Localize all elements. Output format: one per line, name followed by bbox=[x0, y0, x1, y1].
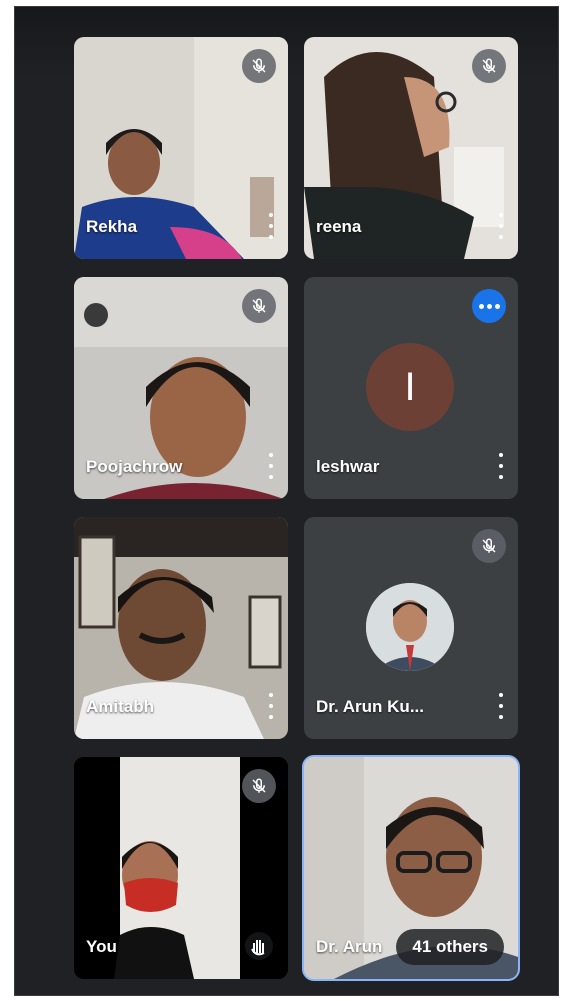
participant-name: Poojachrow bbox=[86, 457, 183, 476]
participant-tile-leshwar[interactable]: I leshwar bbox=[304, 277, 518, 499]
more-options-icon[interactable] bbox=[494, 213, 508, 239]
speaking-indicator-icon bbox=[472, 289, 506, 323]
more-options-icon[interactable] bbox=[264, 693, 278, 719]
avatar: I bbox=[366, 343, 454, 431]
mic-off-icon bbox=[242, 49, 276, 83]
participant-tile-rekha[interactable]: Rekha bbox=[74, 37, 288, 259]
participant-name: You bbox=[86, 937, 117, 956]
mic-off-icon bbox=[472, 49, 506, 83]
participant-tile-amitabh[interactable]: Amitabh bbox=[74, 517, 288, 739]
more-options-icon[interactable] bbox=[494, 453, 508, 479]
participant-name: Dr. Arun Ku... bbox=[316, 697, 424, 716]
participant-name: Dr. Arun bbox=[316, 937, 383, 956]
participant-tile-you[interactable]: You bbox=[74, 757, 288, 979]
more-options-icon[interactable] bbox=[264, 453, 278, 479]
participant-name: Amitabh bbox=[86, 697, 154, 716]
mic-off-icon bbox=[242, 769, 276, 803]
meeting-window: Rekha reena Poojachrow I leshwar Amitabh… bbox=[14, 6, 559, 996]
more-options-icon[interactable] bbox=[264, 213, 278, 239]
participant-tile-dr-arun-ku[interactable]: Dr. Arun Ku... bbox=[304, 517, 518, 739]
participant-name: leshwar bbox=[316, 457, 380, 476]
others-count-badge[interactable]: 41 others bbox=[396, 929, 504, 965]
participant-tile-poojachrow[interactable]: Poojachrow bbox=[74, 277, 288, 499]
raise-hand-icon[interactable] bbox=[244, 931, 274, 961]
avatar bbox=[366, 583, 454, 671]
mic-off-icon bbox=[472, 529, 506, 563]
participant-name: Rekha bbox=[86, 217, 138, 236]
mic-off-icon bbox=[242, 289, 276, 323]
participant-tile-dr-arun[interactable]: Dr. Arun 41 others bbox=[302, 755, 520, 981]
participant-name: reena bbox=[316, 217, 362, 236]
more-options-icon[interactable] bbox=[494, 693, 508, 719]
participant-tile-reena[interactable]: reena bbox=[304, 37, 518, 259]
